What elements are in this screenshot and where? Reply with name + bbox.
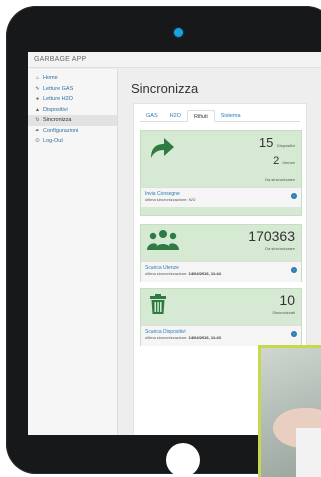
sidebar-item-label: Letture H2O [43, 96, 73, 103]
sidebar-item-label: Log-Out [43, 138, 63, 145]
users-icon [147, 230, 179, 250]
page-title: Sincronizza [131, 81, 199, 96]
tab-h2o[interactable]: H2O [164, 110, 187, 121]
sidebar-item-label: Configurazioni [43, 127, 79, 134]
sidebar-item-letture-gas[interactable]: ✎ Letture GAS [28, 84, 117, 95]
devices-card-footer[interactable]: Scarica Dispositivi ultima sincronizzazi… [141, 325, 301, 346]
tab-sistema[interactable]: Sistema [215, 110, 247, 121]
last-sync-text: ultima sincronizzazione: 14/04/2016, 11:… [145, 271, 221, 276]
last-sync-text: ultima sincronizzazione: 14/04/2016, 11:… [145, 335, 221, 340]
tab-gas[interactable]: GAS [140, 110, 164, 121]
trash-icon [150, 294, 166, 314]
tab-bar: GAS H2O Rifiuti Sistema [140, 110, 300, 122]
device-icon: ▲ [35, 106, 40, 113]
sidebar-item-home[interactable]: ⌂ Home [28, 73, 117, 84]
users-count: 2 Utenze [273, 155, 295, 167]
sidebar-item-log-out[interactable]: ⏻ Log-Out [28, 136, 117, 147]
sleeve-shape [296, 428, 321, 477]
share-arrow-icon [151, 138, 174, 158]
water-drop-icon: ● [35, 96, 40, 103]
sidebar-item-configurazioni[interactable]: ✒ Configurazioni [28, 126, 117, 137]
gas-icon: ✎ [35, 85, 40, 92]
sidebar-item-label: Letture GAS [43, 85, 74, 92]
users-card-footer[interactable]: Scarica Utenze ultima sincronizzazione: … [141, 261, 301, 282]
wrench-icon: ✒ [35, 127, 40, 134]
camera-dot [174, 28, 183, 37]
users-to-sync-count: 170363 [248, 228, 295, 244]
devices-label: Dispositivi [276, 143, 295, 148]
arrow-right-icon[interactable]: › [291, 193, 297, 199]
sync-icon: ↻ [35, 117, 40, 124]
sidebar-item-sincronizza[interactable]: ↻ Sincronizza [28, 115, 117, 126]
devices-synced-count: 10 [279, 292, 295, 308]
sidebar-item-label: Dispositivi [43, 106, 68, 113]
arrow-right-icon[interactable]: › [291, 267, 297, 273]
sidebar: ⌂ Home ✎ Letture GAS ● Letture H2O ▲ Dis… [28, 69, 118, 435]
users-label: Utenze [282, 160, 295, 165]
users-to-sync-label: Da sincronizzare [265, 246, 295, 251]
send-card-footer[interactable]: Invia Consegne ultima sincronizzazione: … [141, 187, 301, 207]
devices-count: 15 Dispositivi [258, 135, 295, 150]
sidebar-item-dispositivi[interactable]: ▲ Dispositivi [28, 105, 117, 116]
send-card: 15 Dispositivi 2 Utenze Da sincronizzare… [140, 130, 302, 216]
sidebar-item-letture-h2o[interactable]: ● Letture H2O [28, 94, 117, 105]
last-sync-text: ultima sincronizzazione: N/D [145, 197, 196, 202]
home-icon: ⌂ [35, 75, 40, 82]
arrow-right-icon[interactable]: › [291, 331, 297, 337]
devices-synced-label: Sincronizzati [272, 310, 295, 315]
sidebar-item-label: Home [43, 75, 58, 82]
app-title: GARBAGE APP [28, 52, 321, 68]
home-button[interactable] [166, 443, 200, 477]
users-card: 170363 Da sincronizzare Scarica Utenze u… [140, 224, 302, 282]
hand-photo [258, 345, 321, 477]
power-icon: ⏻ [35, 138, 40, 145]
devices-card: 10 Sincronizzati Scarica Dispositivi ult… [140, 288, 302, 346]
pending-label: Da sincronizzare [265, 177, 295, 182]
sidebar-item-label: Sincronizza [43, 117, 72, 124]
tab-rifiuti[interactable]: Rifiuti [186, 110, 215, 122]
